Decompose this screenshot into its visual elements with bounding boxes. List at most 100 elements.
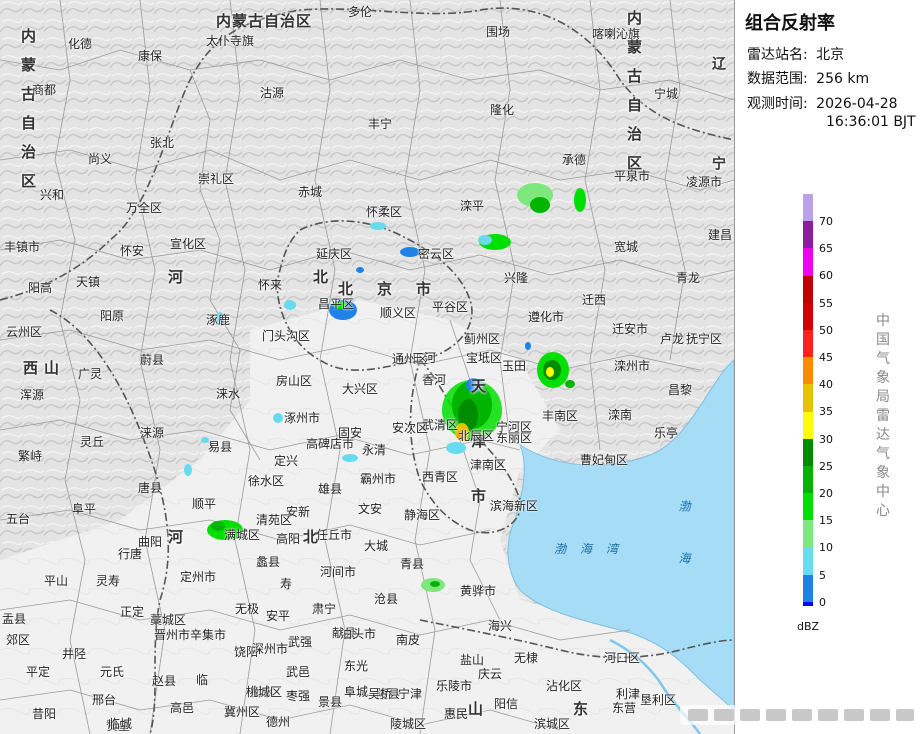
- place-label-zhuozhou: 涿州市: [284, 411, 321, 425]
- legend-label-60: 60: [819, 269, 833, 283]
- place-label-jinzhou: 晋州市: [154, 628, 191, 642]
- station-row: 雷达站名: 北京: [747, 44, 844, 64]
- legend-label-20: 20: [819, 487, 833, 500]
- legend-swatch-5: [803, 547, 813, 575]
- place-label-wudi: 无棣: [514, 651, 539, 665]
- place-label-qiananshi: 迁安市: [612, 322, 649, 336]
- place-label-gu_an: 固安: [338, 426, 363, 440]
- place-label-lijin: 利津: [616, 687, 641, 701]
- place-label-huairou: 怀柔区: [366, 205, 403, 219]
- radar-map[interactable]: 内蒙古自治区 内蒙古自治区 内蒙古自治区 河北 河北 山西 北京市 天津市 山东…: [0, 0, 734, 734]
- label-bohai: 渤海: [677, 500, 691, 604]
- place-label-jizhou: 蓟州区: [464, 332, 501, 346]
- label-bohai-bay: 渤海湾: [554, 542, 633, 556]
- place-label-laoting: 乐亭: [654, 426, 679, 440]
- region-liaoning: 辽宁: [710, 56, 726, 256]
- time-date: 2026-04-28: [816, 96, 898, 112]
- place-label-lingcheng: 陵城区: [390, 717, 427, 731]
- place-label-wutai: 五台: [6, 512, 31, 526]
- place-label-xuanhua: 宣化区: [170, 237, 207, 251]
- radar-viewer: { "panel": { "title": "组合反射率", "station_…: [0, 0, 924, 734]
- place-label-qinglong: 青龙: [676, 271, 701, 285]
- place-label-hejian: 河间市: [320, 565, 357, 579]
- legend-label-15: 15: [819, 514, 833, 528]
- place-label-hunyuan: 浑源: [20, 388, 45, 402]
- legend-label-25: 25: [819, 459, 833, 473]
- place-label-lingyuan: 凌源市: [686, 175, 723, 189]
- legend-label-30: 30: [819, 432, 833, 446]
- place-label-bohai_new: 滨海新区: [490, 499, 539, 513]
- place-label-huimin: 惠民: [444, 707, 469, 721]
- place-label-jinghai: 静海区: [404, 508, 441, 522]
- unit-label: dBZ: [797, 620, 820, 633]
- place-label-wuqiang: 武强: [288, 635, 313, 649]
- place-label-gaocheng: 藁城区: [150, 613, 187, 627]
- place-label-tianzhen: 天镇: [76, 275, 101, 289]
- place-label-yanshan: 盐山: [460, 653, 485, 667]
- time-row: 观测时间: 2026-04-28: [747, 93, 898, 113]
- agency-name: 中国气象局雷达气象中心: [876, 313, 890, 519]
- place-label-duolun: 多伦: [348, 5, 373, 19]
- legend-swatch-0: [803, 574, 813, 602]
- place-label-yuxian2: 盂县: [2, 612, 27, 626]
- place-label-zunhua: 遵化市: [528, 310, 565, 324]
- legend-swatch-70: [803, 194, 813, 222]
- place-label-yongqing: 永清: [362, 443, 387, 457]
- legend-swatch-35: [803, 384, 813, 412]
- legend-label-55: 55: [819, 296, 833, 310]
- place-label-gaoyang: 高阳: [276, 532, 301, 546]
- place-label-luanzhou: 滦州市: [614, 359, 651, 373]
- station-label: 雷达站名:: [747, 47, 808, 63]
- place-label-chengde: 承德: [562, 153, 587, 167]
- legend-label-70: 70: [819, 215, 833, 228]
- place-label-taocheng: 桃城区: [246, 685, 283, 699]
- place-label-taipusi: 太仆寺旗: [206, 34, 255, 48]
- place-label-qingxian: 青县: [400, 557, 425, 571]
- place-label-zhaoxian: 赵县: [152, 674, 177, 688]
- place-label-xinji: 辛集市: [190, 628, 227, 642]
- place-label-dongli: 东丽区: [496, 431, 533, 445]
- place-label-zhangbei: 张北: [150, 136, 175, 150]
- region-inner-mongolia-left: 内蒙古自治区: [19, 28, 37, 202]
- place-label-huailai: 怀来: [258, 278, 283, 292]
- place-label-shenzhou: 深州市: [252, 642, 289, 656]
- place-label-fanshi: 繁峙: [18, 449, 43, 463]
- place-label-xinghe: 兴和: [40, 188, 65, 202]
- legend-label-0: 0: [819, 595, 826, 609]
- place-label-cangxian: 沧县: [374, 592, 399, 606]
- place-label-suning: 肃宁: [312, 602, 337, 616]
- place-label-luanping: 滦平: [460, 199, 485, 213]
- place-label-dongying: 东营: [612, 701, 637, 715]
- place-label-jingxing: 井陉: [62, 647, 87, 661]
- place-label-qingyuan: 清苑区: [256, 513, 293, 527]
- place-label-jizhou2: 冀州区: [224, 705, 261, 719]
- place-label-shunping: 顺平: [192, 497, 217, 511]
- place-label-fangshan: 房山区: [276, 374, 313, 388]
- place-label-chicheng: 赤城: [298, 185, 323, 199]
- place-label-zhuolu: 涿鹿: [206, 313, 231, 327]
- place-label-kalaqin: 喀喇沁旗: [592, 27, 641, 41]
- place-label-changping: 昌平区: [318, 297, 355, 311]
- place-label-jingxian: 景县: [318, 695, 343, 709]
- place-label-jiaoqu: 郊区: [6, 633, 31, 647]
- time-clock: 16:36:01 BJT: [826, 114, 916, 130]
- place-label-xianghe: 香河: [422, 373, 447, 387]
- place-label-yangyuan: 阳原: [100, 309, 125, 323]
- place-label-xingtai: 邢台: [92, 693, 117, 707]
- place-label-yunzhou: 云州区: [6, 325, 43, 339]
- place-label-wanquan: 万全区: [126, 201, 163, 215]
- place-label-daicheng: 大城: [364, 539, 389, 553]
- legend-label-35: 35: [819, 405, 833, 419]
- legend-swatch-25: [803, 438, 813, 466]
- place-label-lingqiu: 灵丘: [80, 435, 105, 449]
- place-label-shouyang: 寿: [280, 577, 293, 591]
- place-label-sanhe: 三河: [412, 351, 437, 365]
- place-label-lingshou: 灵寿: [96, 574, 121, 588]
- place-label-yanggao: 阳高: [28, 281, 53, 295]
- legend-label-10: 10: [819, 541, 833, 555]
- place-label-huanghua: 黄骅市: [460, 584, 497, 598]
- place-label-caofeidian: 曹妃甸区: [580, 453, 629, 467]
- place-label-changli: 昌黎: [668, 383, 693, 397]
- place-label-laishui: 涞水: [216, 387, 241, 401]
- legend-label-40: 40: [819, 378, 833, 392]
